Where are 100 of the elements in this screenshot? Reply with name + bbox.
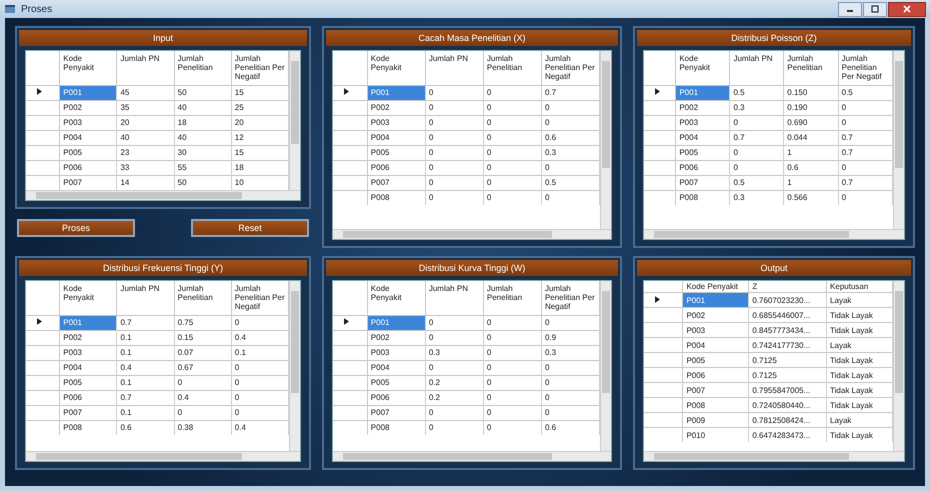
table-cell[interactable]: 0: [425, 145, 484, 160]
horizontal-scrollbar[interactable]: [644, 229, 904, 239]
table-cell[interactable]: 0.1: [116, 345, 174, 360]
column-header[interactable]: Jumlah Penelitian: [483, 51, 542, 86]
table-cell[interactable]: P001: [682, 292, 749, 308]
table-cell[interactable]: Layak: [826, 292, 892, 308]
table-cell[interactable]: 35: [116, 100, 174, 116]
close-button[interactable]: [888, 2, 926, 16]
vertical-scrollbar[interactable]: [289, 51, 300, 190]
table-cell[interactable]: 0.4: [116, 360, 174, 376]
table-cell[interactable]: 0.67: [174, 360, 232, 376]
table-cell[interactable]: P004: [682, 338, 749, 353]
table-cell[interactable]: 0.7125: [748, 352, 827, 368]
table-cell[interactable]: 0.6855446007...: [748, 308, 827, 323]
table-cell[interactable]: 0.7812508424...: [748, 412, 827, 428]
table-cell[interactable]: 0: [174, 405, 232, 420]
table-cell[interactable]: 0: [425, 190, 484, 205]
table-cell[interactable]: 33: [116, 160, 174, 176]
table-cell[interactable]: P001: [676, 85, 730, 100]
table-cell[interactable]: P005: [60, 145, 117, 160]
table-cell[interactable]: 1: [784, 175, 838, 190]
table-cell[interactable]: 0.7424177730...: [748, 338, 827, 353]
table-cell[interactable]: 0: [483, 160, 542, 176]
table-cell[interactable]: 0: [483, 130, 542, 146]
table-cell[interactable]: 0.3: [730, 190, 784, 205]
table-cell[interactable]: 0: [541, 190, 600, 205]
table-cell[interactable]: 23: [116, 145, 174, 160]
table-cell[interactable]: Tidak Layak: [826, 308, 892, 323]
table-cell[interactable]: 0: [483, 345, 542, 360]
table-cell[interactable]: 20: [116, 115, 174, 130]
vertical-scrollbar[interactable]: [893, 281, 904, 451]
column-header[interactable]: Jumlah Penelitian: [483, 281, 542, 316]
table-cell[interactable]: 0: [425, 130, 484, 146]
table-cell[interactable]: 0: [483, 115, 542, 130]
table-cell[interactable]: 0.15: [174, 330, 232, 346]
table-cell[interactable]: P005: [60, 375, 117, 390]
table-cell[interactable]: 0: [425, 315, 484, 330]
table-cell[interactable]: 0: [730, 145, 784, 160]
table-cell[interactable]: P008: [367, 190, 426, 205]
table-cell[interactable]: P002: [676, 100, 730, 116]
table-cell[interactable]: 0: [174, 375, 232, 390]
table-cell[interactable]: 0.7: [730, 130, 784, 146]
table-cell[interactable]: P005: [682, 352, 749, 368]
table-cell[interactable]: 0.566: [784, 190, 838, 205]
table-cell[interactable]: P006: [682, 368, 749, 383]
table-cell[interactable]: 0.5: [730, 175, 784, 190]
minimize-button[interactable]: [838, 2, 862, 16]
table-cell[interactable]: P007: [682, 382, 749, 398]
table-cell[interactable]: 0: [730, 160, 784, 176]
table-cell[interactable]: 0.6: [784, 160, 838, 176]
table-cell[interactable]: 0: [483, 330, 542, 346]
table-cell[interactable]: 18: [174, 115, 232, 130]
table-cell[interactable]: P004: [367, 360, 426, 376]
table-cell[interactable]: 0: [483, 315, 542, 330]
table-cell[interactable]: 0: [730, 115, 784, 130]
table-cell[interactable]: 0.2: [425, 390, 484, 406]
table-cell[interactable]: 0: [425, 330, 484, 346]
table-cell[interactable]: 0: [483, 405, 542, 420]
table-cell[interactable]: 0: [483, 85, 542, 100]
table-cell[interactable]: 0.7: [116, 390, 174, 406]
table-cell[interactable]: 0.3: [730, 100, 784, 116]
table-cell[interactable]: 0.1: [116, 330, 174, 346]
action-button[interactable]: Reset: [191, 218, 309, 237]
table-cell[interactable]: 0: [425, 100, 484, 116]
table-cell[interactable]: 0.190: [784, 100, 838, 116]
column-header[interactable]: Jumlah PN: [116, 281, 174, 316]
table-cell[interactable]: Layak: [826, 338, 892, 353]
table-cell[interactable]: P002: [367, 100, 426, 116]
table-cell[interactable]: 40: [174, 100, 232, 116]
horizontal-scrollbar[interactable]: [333, 451, 611, 461]
table-cell[interactable]: 0.4: [174, 390, 232, 406]
table-cell[interactable]: P003: [676, 115, 730, 130]
table-cell[interactable]: P001: [60, 315, 117, 330]
table-cell[interactable]: P005: [367, 145, 426, 160]
table-cell[interactable]: 50: [174, 85, 232, 100]
table-cell[interactable]: 0.1: [116, 375, 174, 390]
table-cell[interactable]: P003: [60, 345, 117, 360]
table-cell[interactable]: 0.7955847005...: [748, 382, 827, 398]
table-cell[interactable]: P006: [367, 160, 426, 176]
table-cell[interactable]: P004: [60, 130, 117, 146]
table-cell[interactable]: P006: [60, 390, 117, 406]
table-cell[interactable]: P003: [682, 322, 749, 338]
table-cell[interactable]: P004: [367, 130, 426, 146]
table-cell[interactable]: Tidak Layak: [826, 322, 892, 338]
table-cell[interactable]: P008: [676, 190, 730, 205]
table-cell[interactable]: 1: [784, 145, 838, 160]
table-cell[interactable]: P007: [367, 405, 426, 420]
table-cell[interactable]: 0.38: [174, 420, 232, 435]
table-cell[interactable]: P002: [682, 308, 749, 323]
table-cell[interactable]: 0.3: [425, 345, 484, 360]
column-header[interactable]: Jumlah PN: [425, 51, 484, 86]
table-cell[interactable]: 0.7: [116, 315, 174, 330]
table-cell[interactable]: 0: [483, 145, 542, 160]
table-cell[interactable]: Layak: [826, 412, 892, 428]
table-cell[interactable]: 0.6: [541, 420, 600, 435]
table-cell[interactable]: 30: [174, 145, 232, 160]
table-cell[interactable]: 0.7125: [748, 368, 827, 383]
table-cell[interactable]: P007: [367, 175, 426, 190]
table-cell[interactable]: P001: [60, 85, 117, 100]
table-cell[interactable]: 0: [483, 100, 542, 116]
